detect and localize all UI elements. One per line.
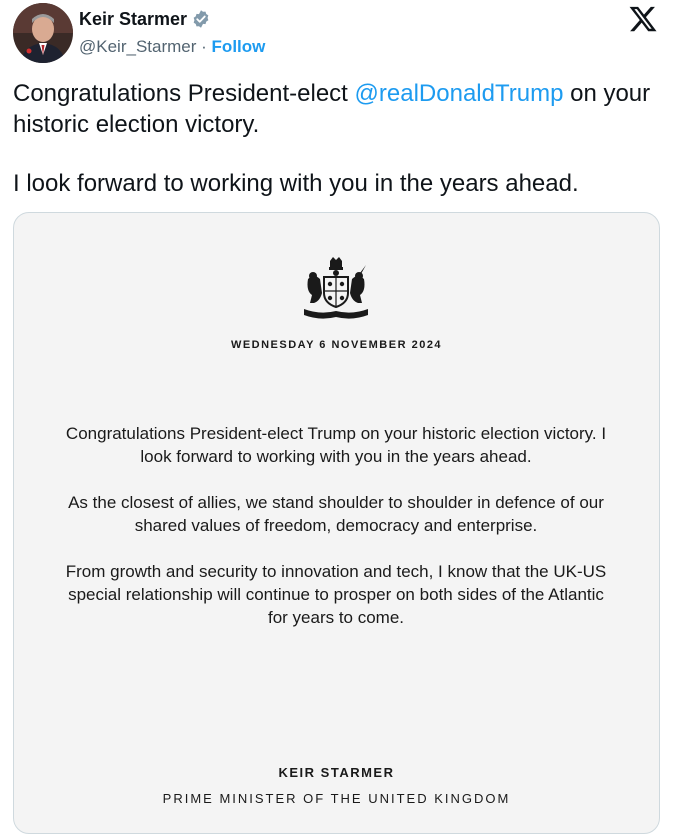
tweet-text-start: Congratulations President-elect [13, 80, 355, 107]
author-name-text: Keir Starmer [79, 9, 188, 29]
tweet-paragraph-1: Congratulations President-elect @realDon… [13, 78, 653, 140]
letter-body: Congratulations President-elect Trump on… [56, 422, 616, 652]
letter-paragraph: Congratulations President-elect Trump on… [65, 424, 607, 466]
letter-date: WEDNESDAY 6 NOVEMBER 2024 [230, 339, 443, 351]
follow-button[interactable]: Follow [212, 37, 266, 56]
author-handle[interactable]: @Keir_Starmer [79, 37, 196, 56]
letter-paragraph: From growth and security to innovation a… [65, 562, 607, 627]
letter-paragraph: As the closest of allies, we stand shoul… [68, 493, 604, 535]
tweet-text: Congratulations President-elect @realDon… [13, 78, 653, 199]
separator-dot: · [201, 37, 207, 56]
tweet-paragraph-2: I look forward to working with you in th… [13, 170, 579, 197]
media-image-card[interactable]: WEDNESDAY 6 NOVEMBER 2024 Congratulation… [13, 212, 660, 834]
avatar[interactable] [13, 3, 73, 63]
mention-link[interactable]: @realDonaldTrump [355, 80, 564, 107]
royal-coat-of-arms-icon [304, 257, 368, 319]
handle-row: @Keir_Starmer · Follow [79, 36, 265, 58]
profile-photo-icon [13, 3, 73, 63]
x-logo-icon[interactable] [628, 4, 658, 34]
author-name[interactable]: Keir Starmer [79, 8, 211, 30]
letter-signature-title: PRIME MINISTER OF THE UNITED KINGDOM [162, 791, 511, 806]
verified-badge-icon [193, 10, 209, 28]
letter-signature: KEIR STARMER [278, 765, 395, 780]
tweet: Keir Starmer @Keir_Starmer · Follow Cong… [0, 0, 680, 834]
